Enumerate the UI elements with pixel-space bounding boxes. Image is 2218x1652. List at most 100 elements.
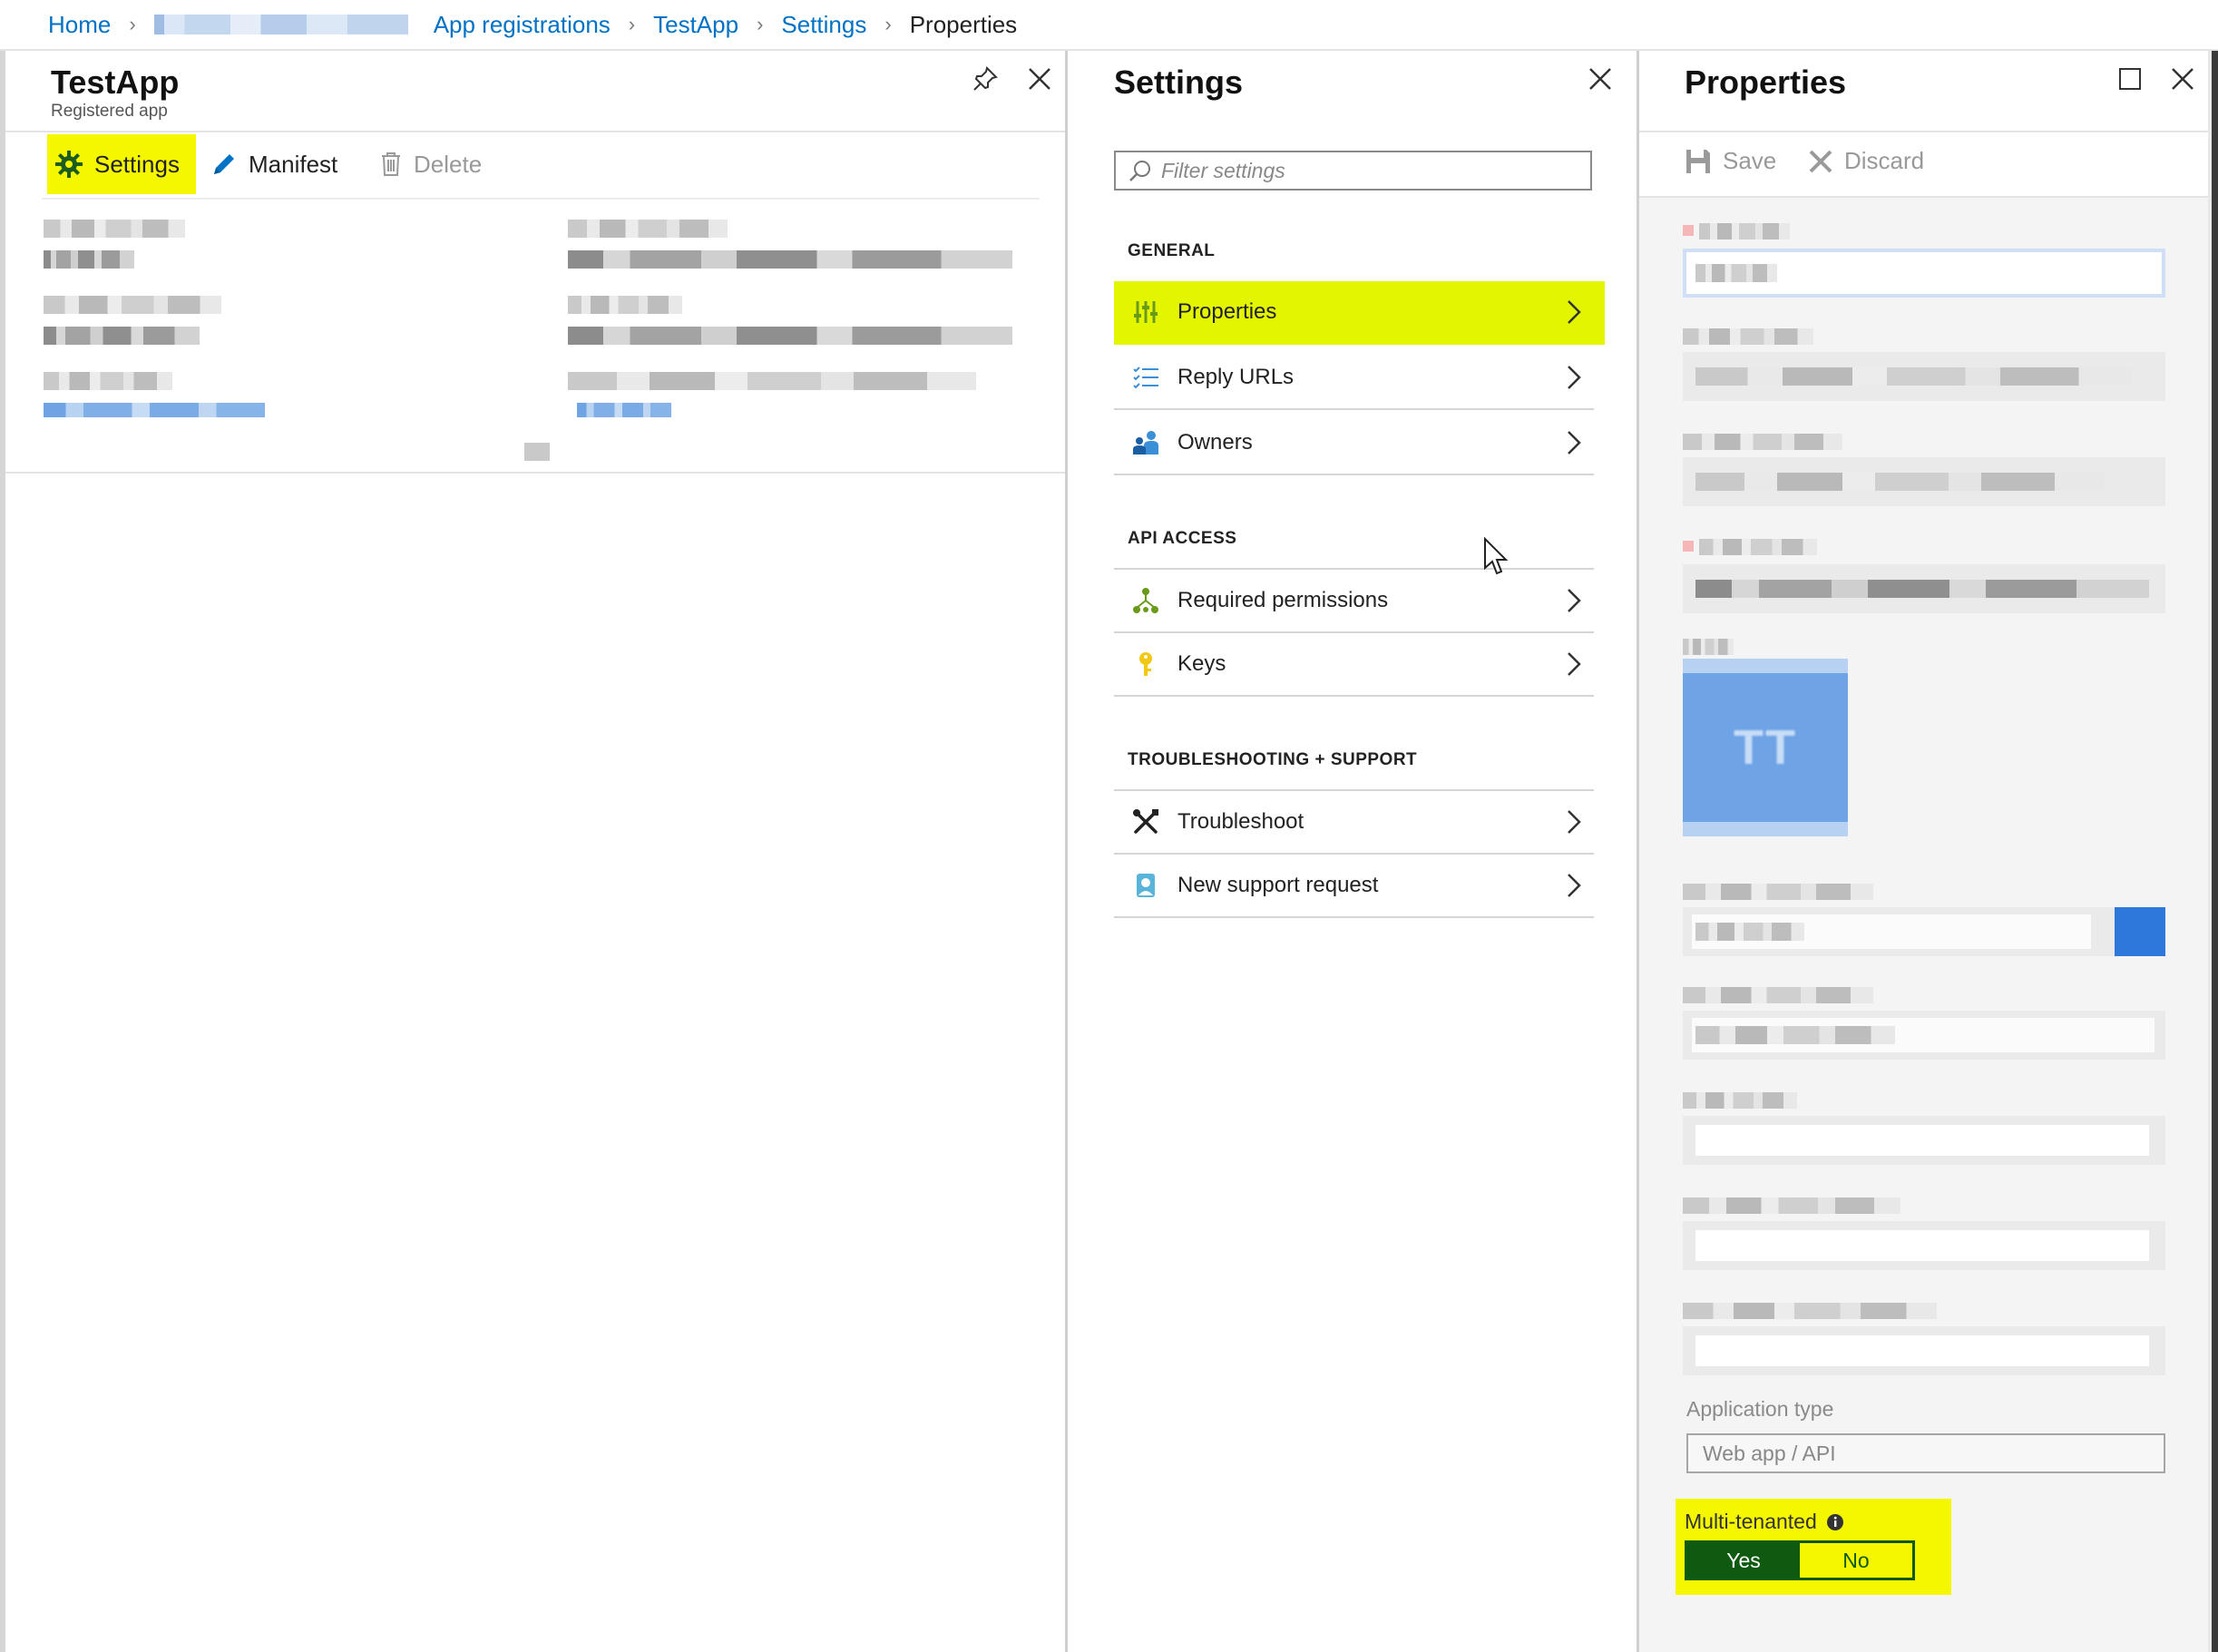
pin-icon [973,66,998,91]
required-indicator [1683,541,1694,552]
group-title-troubleshooting: TROUBLESHOOTING + SUPPORT [1128,750,1418,769]
maximize-icon [2119,68,2141,90]
multi-tenanted-label-row: Multi-tenanted [1685,1510,1844,1534]
settings-command-label: Settings [94,150,180,178]
multi-tenanted-label: Multi-tenanted [1685,1510,1817,1533]
chevron-right-icon [1567,365,1581,390]
essentials-value-redacted [568,250,1012,269]
property-input-redacted[interactable] [1683,907,2165,956]
property-input-redacted[interactable] [1683,1326,2165,1375]
essentials-label-redacted [568,372,976,390]
logo-initials-redacted: TT [1734,720,1797,775]
settings-item-new-support-request[interactable]: New support request [1114,855,1594,918]
filter-settings-input[interactable]: Filter settings [1114,151,1592,191]
info-icon[interactable] [1826,1513,1844,1531]
properties-title: Properties [1685,64,1847,101]
chevron-right-icon [1567,299,1581,325]
trash-icon [379,151,403,178]
property-input-redacted[interactable] [1683,1221,2165,1270]
mouse-cursor-icon [1483,536,1509,582]
close-settings-blade-button[interactable] [1585,64,1616,94]
settings-item-reply-urls[interactable]: Reply URLs [1114,347,1594,410]
tools-icon [1130,806,1161,837]
property-label-redacted [1683,987,1873,1003]
settings-item-new-support-request-label: New support request [1177,873,1379,897]
manifest-command[interactable]: Manifest [210,134,337,194]
settings-item-owners[interactable]: Owners [1114,412,1594,475]
settings-item-reply-urls-label: Reply URLs [1177,365,1295,389]
required-indicator [1683,225,1694,236]
logo-label-redacted [1683,639,1734,655]
essentials-label-redacted [44,220,185,238]
property-input-redacted[interactable] [1683,457,2165,506]
essentials-label-redacted [44,296,221,314]
property-label-redacted [1683,328,1813,345]
delete-command[interactable]: Delete [379,134,482,194]
delete-command-label: Delete [414,150,483,178]
close-properties-blade-button[interactable] [2167,64,2198,94]
breadcrumb-home[interactable]: Home [48,11,111,39]
property-label-redacted [1683,1303,1937,1319]
settings-item-properties[interactable]: Properties [1114,281,1605,345]
properties-command-divider [1639,196,2208,198]
multi-tenanted-no-option[interactable]: No [1800,1543,1912,1578]
breadcrumb-separator-icon: › [884,13,892,35]
property-input-redacted[interactable] [1683,1116,2165,1165]
essentials-label-redacted [44,372,172,390]
properties-blade: Properties Save Discard TT Application t… [1637,51,2208,1652]
settings-item-owners-label: Owners [1177,430,1253,455]
chevron-right-icon [1567,651,1581,677]
property-input-redacted[interactable] [1683,1011,2165,1060]
application-type-label: Application type [1686,1397,1834,1421]
breadcrumb-separator-icon: › [757,13,764,35]
manifest-command-label: Manifest [249,150,338,178]
key-icon [1130,649,1161,679]
permissions-tree-icon [1130,585,1161,616]
app-logo[interactable]: TT [1683,659,1848,836]
users-icon [1130,427,1161,458]
breadcrumb-testapp[interactable]: TestApp [653,11,738,39]
property-label-redacted [1683,1092,1797,1109]
breadcrumb-settings[interactable]: Settings [781,11,866,39]
save-button[interactable]: Save [1685,147,1776,175]
close-icon [1589,68,1611,90]
settings-blade: Settings Filter settings GENERAL Propert… [1065,51,1637,1652]
sliders-icon [1130,297,1161,327]
property-input-redacted[interactable] [1683,249,2165,298]
property-input-redacted[interactable] [1683,564,2165,613]
application-type-field: Web app / API [1686,1433,2165,1473]
breadcrumb-app-registrations[interactable]: App registrations [434,11,611,39]
essentials-link-redacted[interactable] [44,403,265,417]
settings-item-troubleshoot-label: Troubleshoot [1177,809,1304,834]
settings-item-keys[interactable]: Keys [1114,633,1594,697]
breadcrumb-tenant-redacted[interactable] [153,15,408,34]
app-blade: TestApp Registered app Settings Manifest… [0,51,1065,1652]
close-icon [2172,68,2194,90]
settings-item-troubleshoot[interactable]: Troubleshoot [1114,789,1594,855]
settings-item-properties-label: Properties [1177,299,1277,324]
essentials-divider [5,472,1065,474]
pin-button[interactable] [970,64,1001,94]
property-input-redacted[interactable] [1683,352,2165,401]
maximize-button[interactable] [2115,64,2145,94]
search-icon [1129,159,1152,182]
essentials-toggle-redacted[interactable] [524,443,550,461]
settings-command[interactable]: Settings [47,134,196,194]
multi-tenanted-toggle[interactable]: Yes No [1685,1540,1915,1580]
settings-item-required-permissions[interactable]: Required permissions [1114,568,1594,633]
multi-tenanted-yes-option[interactable]: Yes [1687,1543,1800,1578]
save-icon [1685,148,1712,175]
app-subtitle: Registered app [51,102,168,121]
copy-button-redacted[interactable] [2115,907,2165,956]
support-person-icon [1130,870,1161,901]
gear-icon [54,150,83,179]
close-app-blade-button[interactable] [1024,64,1055,94]
essentials-link-redacted[interactable] [577,403,671,417]
multi-tenanted-highlight: Multi-tenanted Yes No [1676,1499,1951,1595]
breadcrumb-separator-icon: › [628,13,636,35]
discard-button[interactable]: Discard [1808,147,1924,175]
essentials-label-redacted [568,220,728,238]
app-title: TestApp [51,64,180,101]
properties-header-divider [1639,131,2208,132]
chevron-right-icon [1567,588,1581,613]
